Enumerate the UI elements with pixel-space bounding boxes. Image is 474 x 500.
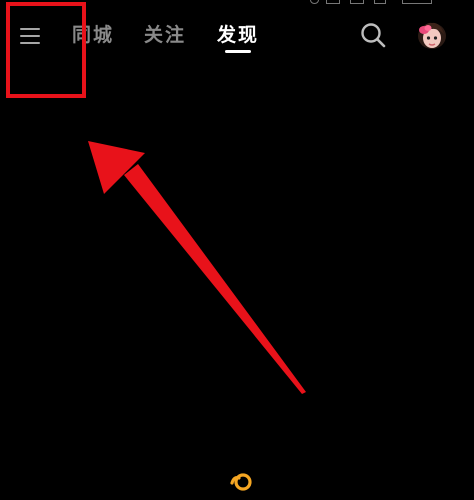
- annotation-arrow: [88, 141, 306, 394]
- loading-spinner-icon: [229, 470, 257, 492]
